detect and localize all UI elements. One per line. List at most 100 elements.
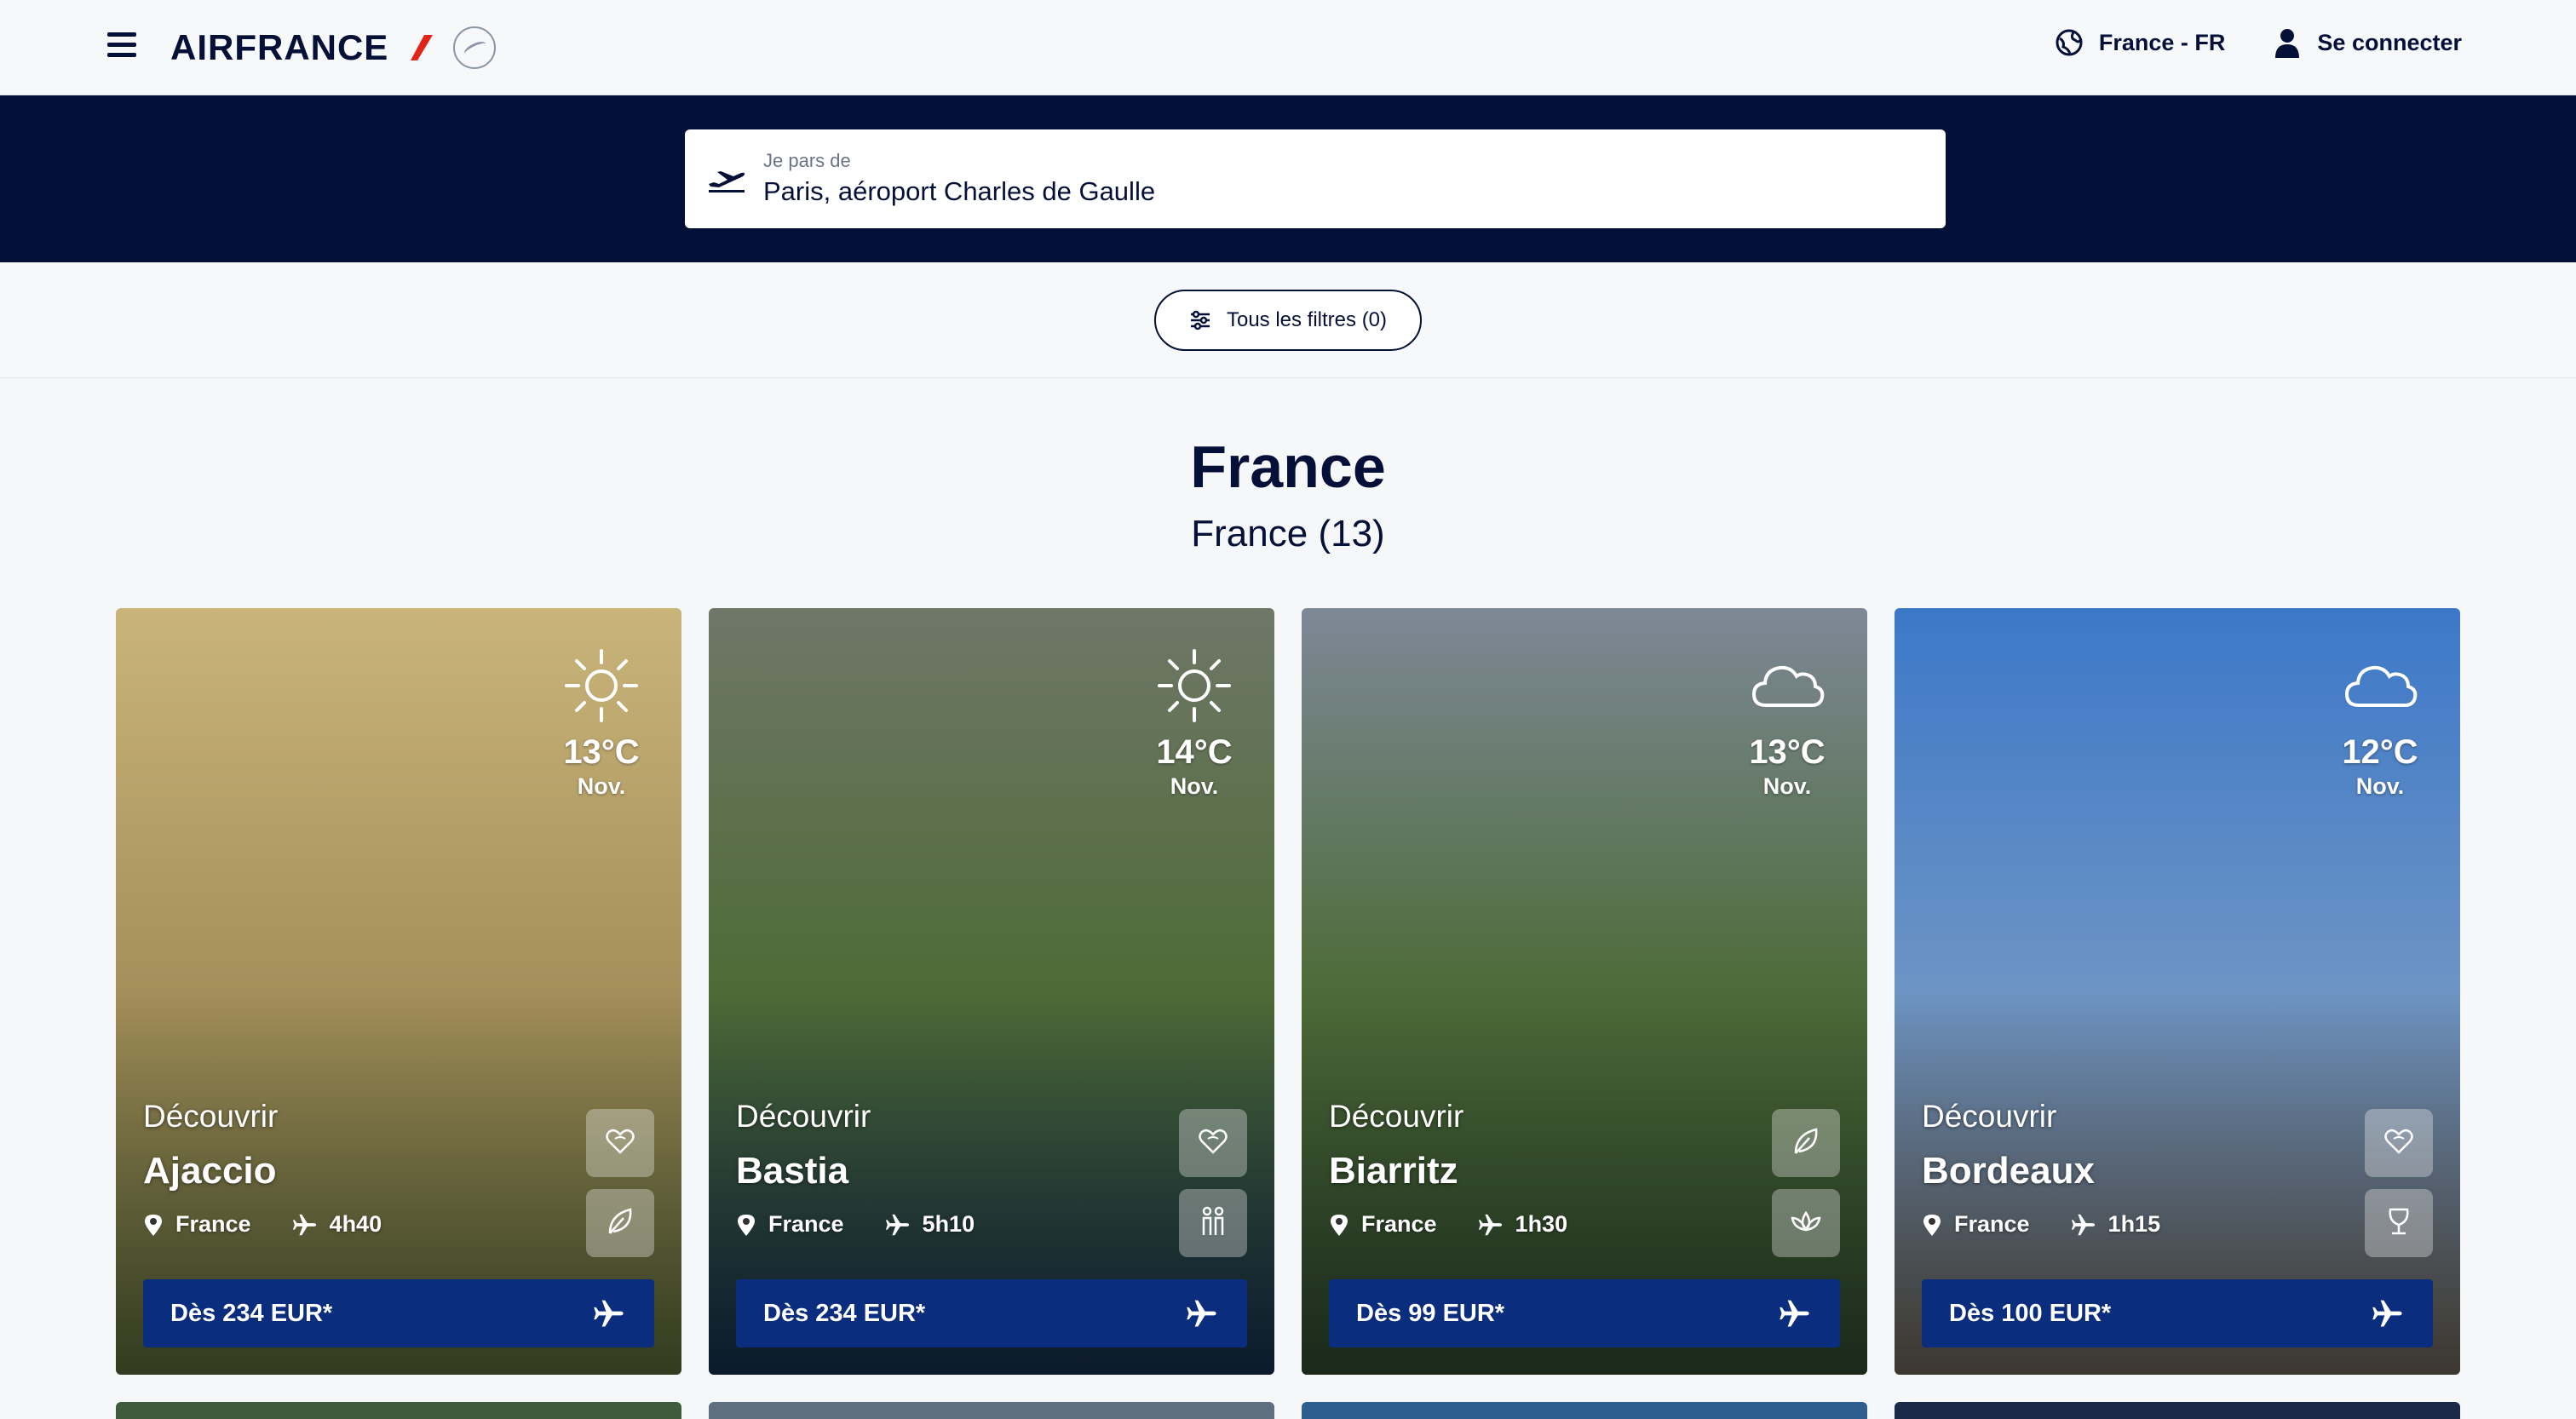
- country-label: France: [768, 1211, 844, 1237]
- price-button[interactable]: Dès 234 EUR*: [736, 1279, 1247, 1347]
- plane-icon: [1478, 1214, 1502, 1235]
- login-label: Se connecter: [2317, 29, 2462, 55]
- plane-icon: [594, 1300, 624, 1327]
- section-title: France: [1190, 434, 1386, 500]
- country-label: France: [1954, 1211, 2030, 1237]
- menu-icon[interactable]: [107, 32, 136, 58]
- country-label: France: [175, 1211, 251, 1237]
- price-label: Dès 100 EUR*: [1949, 1299, 2112, 1327]
- theme-tag[interactable]: [1179, 1109, 1247, 1177]
- city-name: Bastia: [736, 1150, 849, 1192]
- price-label: Dès 234 EUR*: [763, 1299, 926, 1327]
- theme-tag[interactable]: [2365, 1109, 2433, 1177]
- price-button[interactable]: Dès 99 EUR*: [1329, 1279, 1840, 1347]
- price-label: Dès 99 EUR*: [1356, 1299, 1505, 1327]
- next-card-peek: [709, 1402, 1274, 1419]
- discover-label: Découvrir: [1922, 1099, 2057, 1134]
- brand-wordmark: AIRFRANCE: [170, 27, 389, 67]
- section-subtitle: France (13): [1191, 513, 1385, 554]
- temperature: 14°C: [1156, 733, 1233, 771]
- theme-tag[interactable]: [1179, 1189, 1247, 1257]
- location-pin-icon: [738, 1214, 755, 1236]
- weather-month: Nov.: [2355, 773, 2405, 799]
- flight-duration: 4h40: [329, 1211, 382, 1237]
- theme-tag[interactable]: [586, 1109, 654, 1177]
- theme-tag[interactable]: [1772, 1109, 1840, 1177]
- card-meta: France 4h40: [143, 1211, 382, 1238]
- plane-icon: [1780, 1300, 1809, 1327]
- departure-value: Paris, aéroport Charles de Gaulle: [763, 176, 1156, 206]
- card-meta: France 1h30: [1329, 1211, 1567, 1238]
- card-meta: France 1h15: [1922, 1211, 2160, 1238]
- weather-month: Nov.: [577, 773, 626, 799]
- location-pin-icon: [1923, 1214, 1941, 1236]
- skyteam-emblem-icon: [453, 26, 497, 69]
- weather-month: Nov.: [1170, 773, 1219, 799]
- globe-icon: [2056, 29, 2083, 56]
- sun-icon: [561, 649, 641, 729]
- weather-widget: 12°C Nov.: [2337, 646, 2423, 800]
- temperature: 13°C: [563, 733, 640, 771]
- destination-card-ajaccio[interactable]: 13°C Nov. Découvrir Ajaccio France 4h40 Dès 23…: [116, 608, 681, 1375]
- heart-icon: [2382, 1124, 2416, 1163]
- next-card-peek: [116, 1402, 681, 1419]
- all-filters-button[interactable]: Tous les filtres (0): [1154, 290, 1422, 351]
- sun-icon: [1154, 649, 1234, 729]
- card-meta: France 5h10: [736, 1211, 975, 1238]
- destination-card-bastia[interactable]: 14°C Nov. Découvrir Bastia France 5h10 Dès 234…: [709, 608, 1274, 1375]
- flight-duration: 1h30: [1515, 1211, 1568, 1237]
- city-name: Ajaccio: [143, 1150, 277, 1192]
- price-button[interactable]: Dès 234 EUR*: [143, 1279, 654, 1347]
- filter-bar: Tous les filtres (0): [0, 262, 2576, 378]
- temperature: 12°C: [2342, 733, 2418, 771]
- locale-selector[interactable]: France - FR: [2055, 28, 2226, 57]
- plane-icon: [2071, 1214, 2095, 1235]
- destination-card-biarritz[interactable]: 13°C Nov. Découvrir Biarritz France 1h30 Dès 9…: [1302, 608, 1867, 1375]
- leaf-icon: [603, 1204, 637, 1243]
- country-label: France: [1361, 1211, 1437, 1237]
- plane-icon: [885, 1214, 909, 1235]
- plane-icon: [292, 1214, 316, 1235]
- couple-icon: [1196, 1204, 1230, 1243]
- location-pin-icon: [145, 1214, 162, 1236]
- price-label: Dès 234 EUR*: [170, 1299, 333, 1327]
- all-filters-label: Tous les filtres (0): [1226, 308, 1388, 331]
- wine-icon: [2382, 1204, 2416, 1243]
- sliders-icon: [1190, 310, 1210, 330]
- brand-stripe-icon: [411, 35, 434, 60]
- theme-tag[interactable]: [1772, 1189, 1840, 1257]
- login-button[interactable]: Se connecter: [2273, 27, 2462, 58]
- user-icon: [2275, 29, 2300, 58]
- weather-widget: 13°C Nov.: [1745, 646, 1830, 800]
- top-header: AIRFRANCE France - FR Se connecter: [0, 0, 2576, 95]
- airfrance-logo[interactable]: AIRFRANCE: [170, 26, 497, 69]
- lotus-icon: [1789, 1204, 1823, 1243]
- locale-label: France - FR: [2098, 29, 2226, 55]
- price-button[interactable]: Dès 100 EUR*: [1922, 1279, 2433, 1347]
- weather-widget: 13°C Nov.: [559, 646, 644, 800]
- heart-icon: [603, 1124, 637, 1163]
- next-card-peek: [1302, 1402, 1867, 1419]
- discover-label: Découvrir: [1329, 1099, 1464, 1134]
- flight-duration: 1h15: [2107, 1211, 2161, 1237]
- weather-month: Nov.: [1762, 773, 1812, 799]
- theme-tag[interactable]: [586, 1189, 654, 1257]
- city-name: Bordeaux: [1922, 1150, 2095, 1192]
- city-name: Biarritz: [1329, 1150, 1458, 1192]
- discover-label: Découvrir: [143, 1099, 279, 1134]
- departure-field[interactable]: Je pars de Paris, aéroport Charles de Ga…: [685, 129, 1946, 228]
- weather-widget: 14°C Nov.: [1152, 646, 1237, 800]
- flight-duration: 5h10: [922, 1211, 975, 1237]
- takeoff-plane-icon: [709, 171, 745, 192]
- heart-icon: [1196, 1124, 1230, 1163]
- cloud-icon: [1747, 665, 1827, 729]
- plane-icon: [2372, 1300, 2402, 1327]
- leaf-icon: [1789, 1124, 1823, 1163]
- theme-tag[interactable]: [2365, 1189, 2433, 1257]
- location-pin-icon: [1331, 1214, 1348, 1236]
- plane-icon: [1187, 1300, 1216, 1327]
- cloud-icon: [2340, 665, 2420, 729]
- temperature: 13°C: [1749, 733, 1826, 771]
- departure-label: Je pars de: [763, 150, 851, 171]
- destination-card-bordeaux[interactable]: 12°C Nov. Découvrir Bordeaux France 1h15 Dès 1…: [1895, 608, 2460, 1375]
